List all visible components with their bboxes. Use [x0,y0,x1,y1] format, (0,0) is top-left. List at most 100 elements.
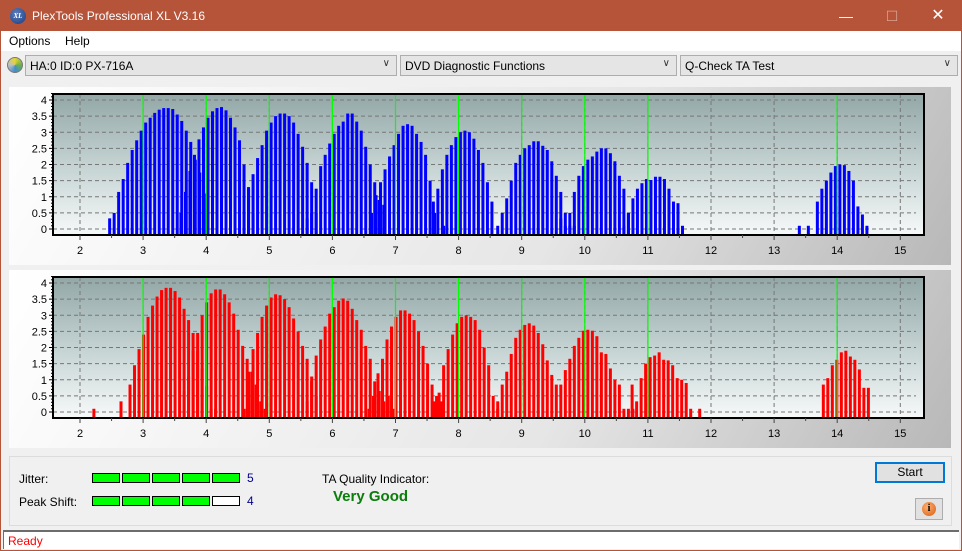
data-bar [559,218,563,235]
title-bar[interactable]: XL PlexTools Professional XL V3.16 — ☐ ✕ [1,1,961,31]
data-bar [559,384,563,418]
data-bar [399,310,403,418]
data-bar [209,293,213,418]
data-bar [577,175,581,235]
data-bar [866,387,870,418]
data-bar [485,182,489,235]
data-bar [698,408,702,418]
function-select[interactable]: DVD Diagnostic Functions ∨ [400,55,677,76]
data-bar [403,310,407,418]
data-bar [128,384,132,418]
data-bar [839,352,843,418]
x-tick-label: 11 [642,428,653,440]
data-bar [247,188,251,235]
data-bar [164,287,168,418]
x-tick-label: 6 [329,428,335,440]
data-bar [653,176,657,235]
data-bar [541,344,545,418]
data-bar [806,225,810,235]
jitter-meter-segment [182,473,210,483]
x-tick-label: 2 [77,428,83,440]
data-bar [383,169,387,235]
y-tick-label: 1.5 [32,176,47,188]
data-bar [337,300,341,418]
data-bar [657,352,661,418]
minimize-button[interactable]: — [823,1,869,31]
data-bar [856,206,860,235]
data-bar [446,349,450,418]
data-bar [844,350,848,418]
y-tick-label: 4 [41,95,47,107]
data-bar [500,212,504,235]
data-bar [662,359,666,418]
data-bar [417,331,421,418]
data-bar [572,191,576,235]
disc-drive-icon [7,57,23,73]
data-bar [196,332,200,418]
data-bar [139,130,143,235]
data-bar [372,395,376,418]
chevron-down-icon: ∨ [662,58,670,69]
data-bar [514,337,518,418]
close-button[interactable]: ✕ [915,1,961,31]
data-bar [171,109,175,235]
data-bar [359,329,363,418]
data-bar [112,212,116,235]
data-bar [247,371,251,418]
data-bar [346,113,350,235]
data-bar [130,149,134,235]
info-button[interactable]: i [915,498,943,520]
data-bar [833,166,837,235]
data-bar [613,379,617,418]
data-bar [590,156,594,235]
data-bar [305,218,309,235]
data-bar [505,371,509,418]
data-bar [830,365,834,418]
x-tick-label: 10 [579,428,591,440]
data-bar [328,143,332,235]
data-bar [223,294,227,418]
data-bar [236,329,240,418]
x-tick-label: 8 [456,428,462,440]
menu-options[interactable]: Options [9,34,50,48]
data-bar [265,130,269,235]
data-bar [658,176,662,235]
start-button[interactable]: Start [875,462,945,483]
peak-shift-meter-segment [182,496,210,506]
data-bar [608,368,612,418]
data-bar [491,395,495,418]
x-tick-label: 10 [579,245,591,257]
data-bar [390,326,394,418]
peak-shift-meter-segment [212,496,240,506]
x-tick-label: 13 [768,428,780,440]
results-panel: Jitter: 5 Peak Shift: 4 TA Quality Indic… [9,456,952,526]
data-bar [292,318,296,418]
data-bar [482,347,486,418]
data-bar [481,162,485,235]
x-tick-label: 7 [392,428,398,440]
data-bar [842,165,846,235]
data-bar [341,298,345,418]
x-tick-label: 7 [392,245,398,257]
data-bar [853,359,857,418]
maximize-button[interactable]: ☐ [869,1,915,31]
menu-help[interactable]: Help [65,34,90,48]
data-bar [410,125,414,235]
drive-select[interactable]: HA:0 ID:0 PX-716A ∨ [25,55,397,76]
data-bar [200,315,204,418]
data-bar [458,132,462,235]
data-bar [857,369,861,418]
data-bar [599,352,603,418]
chevron-down-icon: ∨ [943,58,951,69]
test-select[interactable]: Q-Check TA Test ∨ [680,55,958,76]
data-bar [671,365,675,418]
data-bar [220,107,224,235]
y-tick-label: 3 [41,310,47,322]
data-bar [536,332,540,418]
peak-shift-meter-segment [92,496,120,506]
app-window: XL PlexTools Professional XL V3.16 — ☐ ✕… [0,0,962,551]
data-bar [385,339,389,418]
data-bar [604,353,608,418]
window-title: PlexTools Professional XL V3.16 [32,9,205,23]
data-bar [815,201,819,235]
